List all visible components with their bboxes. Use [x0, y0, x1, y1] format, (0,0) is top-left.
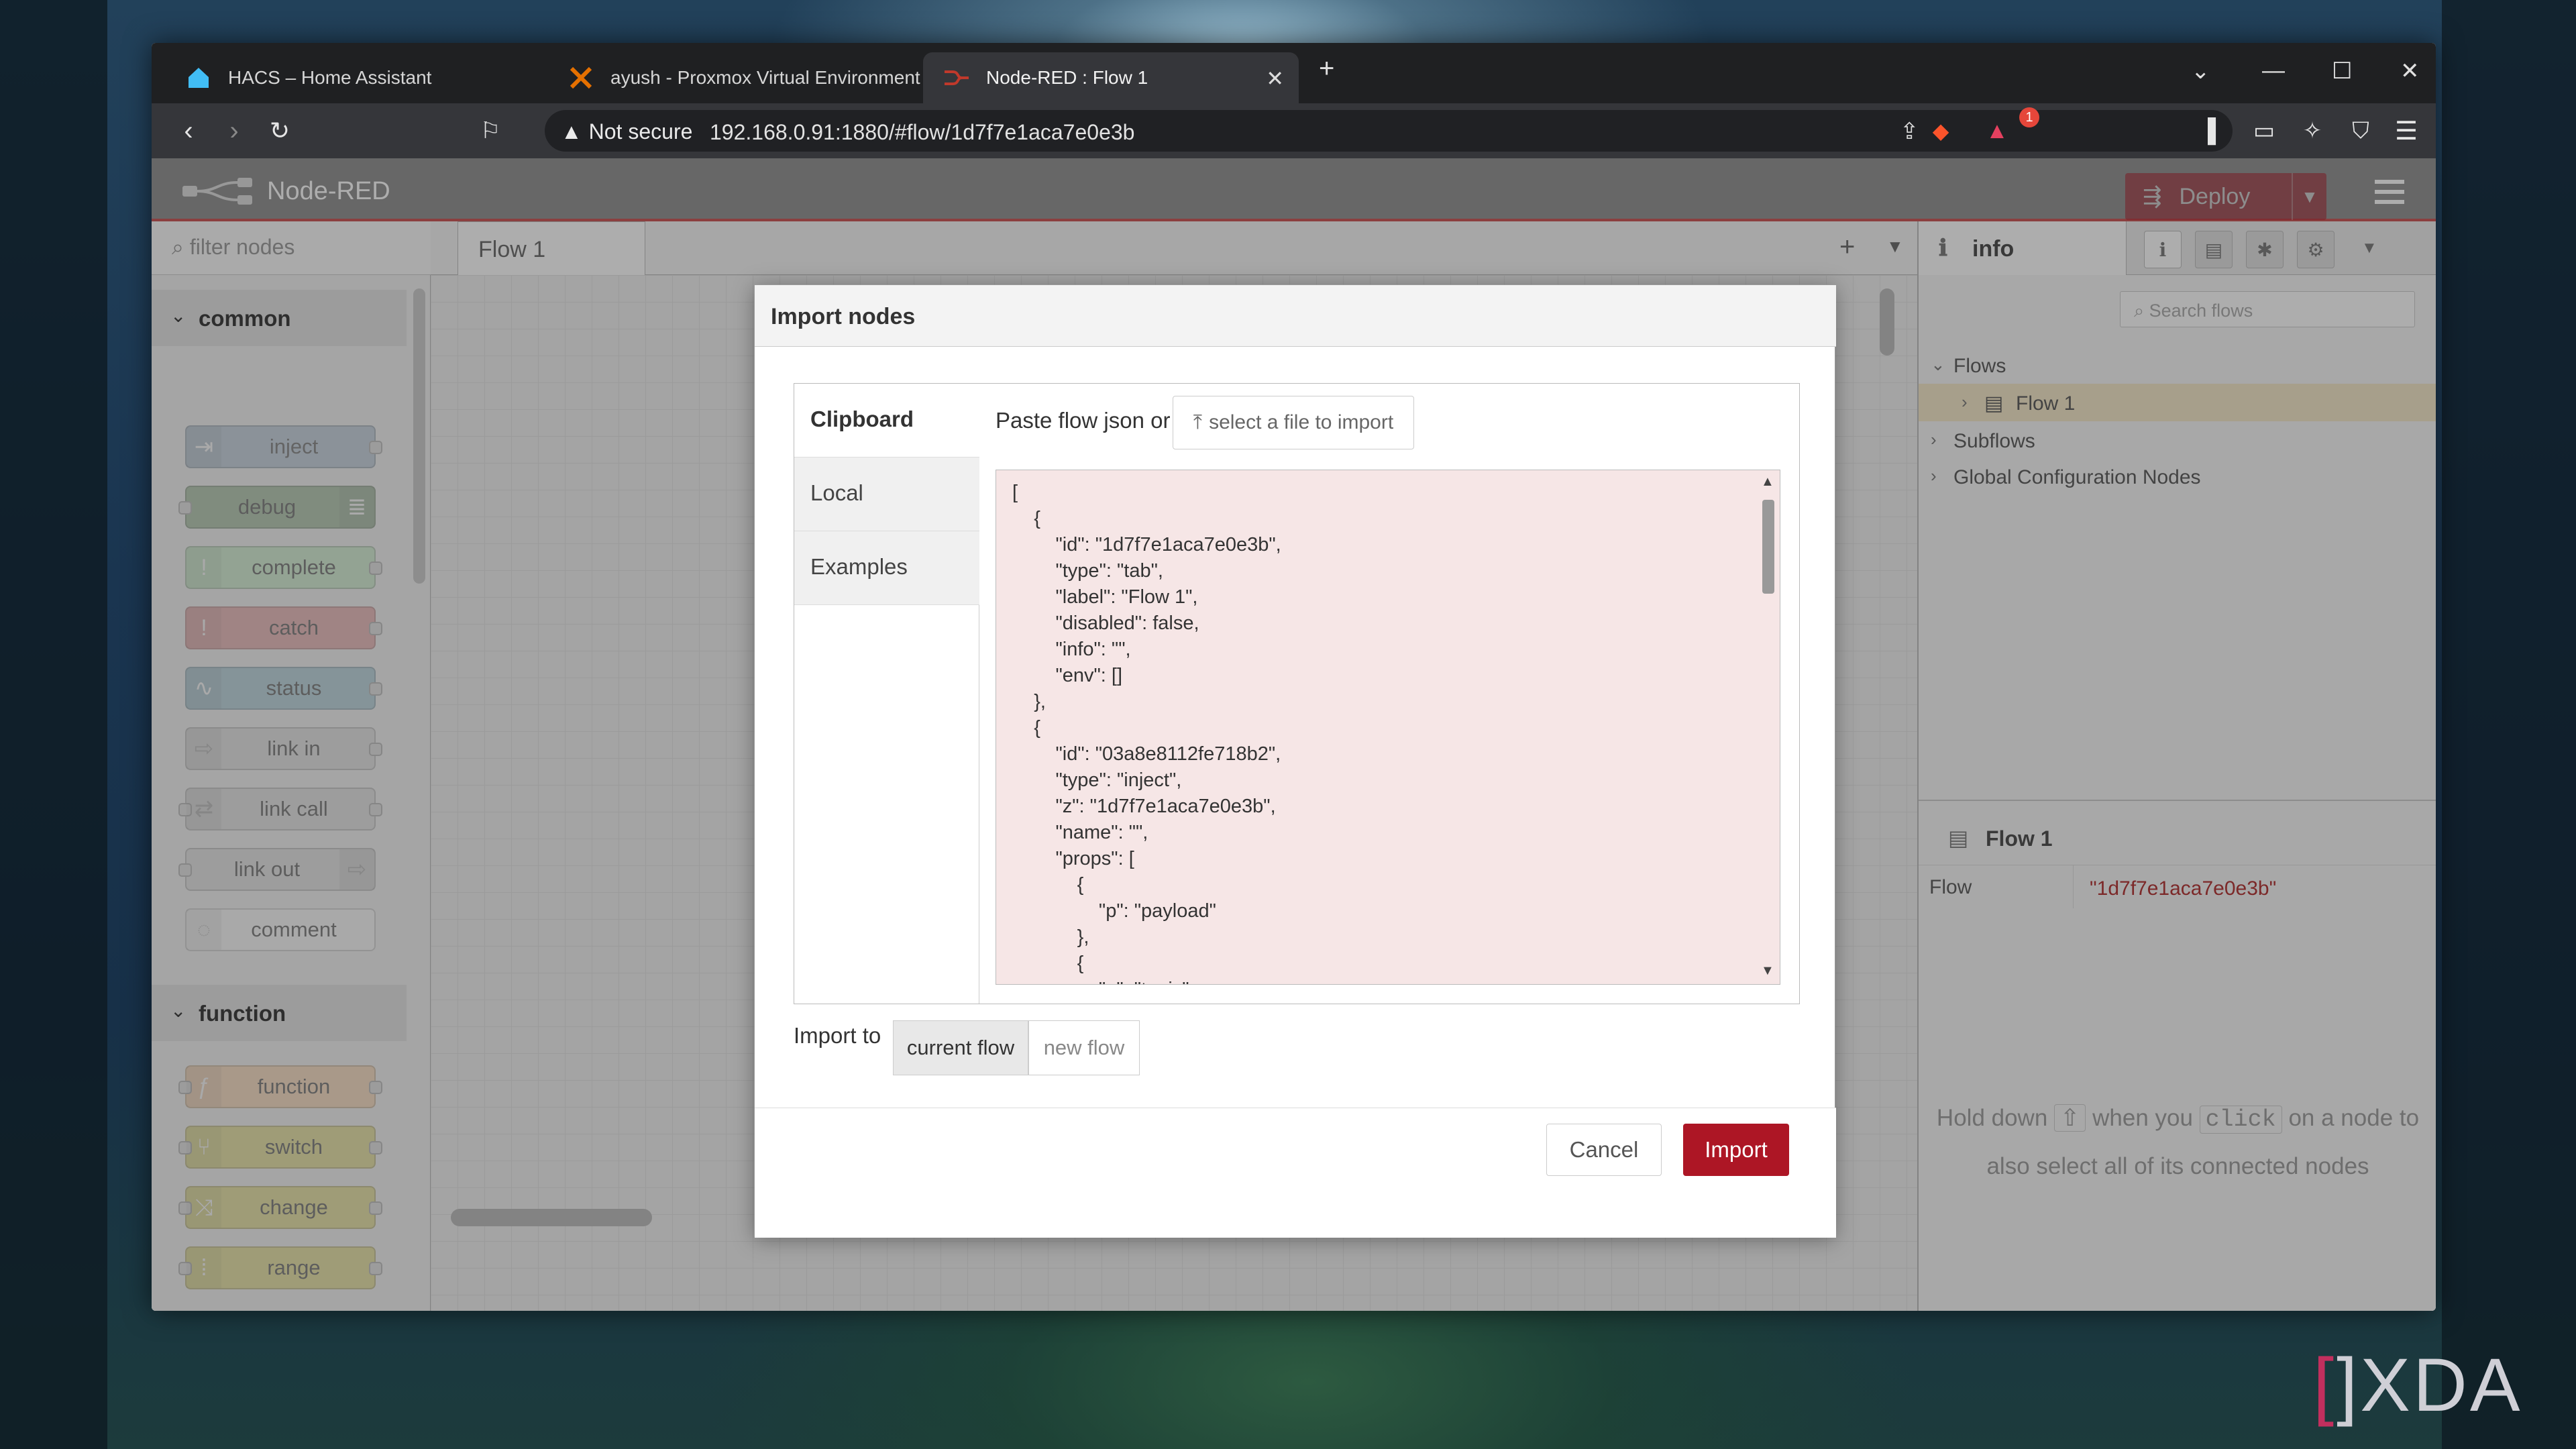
browser-tab-hacs[interactable]: HACS – Home Assistant: [165, 52, 541, 103]
browser-tab-proxmox[interactable]: ayush - Proxmox Virtual Environment: [547, 52, 923, 103]
node-red-icon: [943, 64, 970, 91]
wallet-icon[interactable]: ▭: [2246, 113, 2282, 149]
maximize-button[interactable]: ☐: [2332, 58, 2352, 85]
xda-watermark: []XDA: [2313, 1343, 2523, 1427]
home-assistant-icon: [185, 64, 212, 91]
select-file-button[interactable]: ⤒ select a file to import: [1173, 396, 1414, 449]
share-icon[interactable]: ⇪: [1900, 118, 1919, 145]
close-tab-icon[interactable]: ✕: [1266, 66, 1284, 91]
import-to-new-flow[interactable]: new flow: [1028, 1020, 1140, 1075]
upload-icon: ⤒: [1193, 411, 1203, 433]
browser-window: HACS – Home Assistant ayush - Proxmox Vi…: [152, 43, 2436, 1311]
back-button[interactable]: ‹: [170, 113, 207, 149]
url-text[interactable]: 192.168.0.91:1880/#flow/1d7f7e1aca7e0e3b: [710, 120, 1134, 145]
cancel-button[interactable]: Cancel: [1546, 1124, 1662, 1176]
tab-search-chevron-icon[interactable]: ⌄: [2191, 58, 2210, 85]
leo-ai-icon[interactable]: ✧: [2294, 113, 2330, 149]
scroll-down-icon[interactable]: ▼: [1761, 963, 1774, 979]
minimize-button[interactable]: —: [2262, 58, 2285, 84]
menu-icon[interactable]: ☰: [2388, 113, 2424, 149]
bookmark-icon[interactable]: ⚐: [472, 113, 508, 149]
brave-rewards-icon[interactable]: ▲: [1979, 113, 2015, 149]
wallpaper-tree: [0, 0, 107, 1449]
vpn-shield-icon[interactable]: ⛉: [2343, 113, 2379, 149]
dialog-title: Import nodes: [755, 285, 1836, 347]
browser-nav-bar: ‹ › ↻ ⚐ ▲ Not secure 192.168.0.91:1880/#f…: [152, 103, 2436, 158]
import-button[interactable]: Import: [1683, 1124, 1789, 1176]
forward-button[interactable]: ›: [216, 113, 252, 149]
brave-shields-icon[interactable]: ◆: [1923, 113, 1959, 149]
security-indicator[interactable]: ▲ Not secure: [561, 119, 692, 144]
scroll-thumb[interactable]: [1762, 500, 1774, 594]
tab-local[interactable]: Local: [794, 458, 979, 531]
paste-label: Paste flow json or: [996, 408, 1171, 433]
import-nodes-dialog: Import nodes Clipboard Local Examples Pa…: [754, 284, 1836, 1238]
reload-button[interactable]: ↻: [262, 113, 298, 149]
tab-clipboard[interactable]: Clipboard: [794, 384, 979, 458]
scroll-up-icon[interactable]: ▲: [1761, 474, 1774, 490]
import-to-label: Import to: [794, 1023, 881, 1048]
dialog-footer: [755, 1108, 1836, 1238]
import-to-current-flow[interactable]: current flow: [893, 1020, 1028, 1075]
notification-badge: 1: [2019, 107, 2039, 127]
proxmox-icon: [568, 64, 594, 91]
textarea-scrollbar[interactable]: ▲ ▼: [1757, 474, 1777, 979]
browser-tab-bar: HACS – Home Assistant ayush - Proxmox Vi…: [152, 43, 2436, 103]
tab-examples[interactable]: Examples: [794, 531, 979, 605]
new-tab-button[interactable]: +: [1319, 54, 1334, 84]
import-panel: Clipboard Local Examples Paste flow json…: [794, 383, 1800, 1004]
close-window-button[interactable]: ✕: [2400, 58, 2420, 85]
browser-tab-node-red[interactable]: Node-RED : Flow 1 ✕: [923, 52, 1299, 103]
flow-json-textarea[interactable]: [ { "id": "1d7f7e1aca7e0e3b", "type": "t…: [996, 470, 1780, 985]
flow-json-text: [ { "id": "1d7f7e1aca7e0e3b", "type": "t…: [1012, 482, 1281, 984]
wallpaper-tree: [2442, 0, 2576, 1449]
warning-icon: ▲: [561, 119, 582, 144]
sidebar-toggle-icon[interactable]: ▌: [2198, 113, 2234, 149]
import-source-tabs: Clipboard Local Examples: [794, 384, 979, 1004]
